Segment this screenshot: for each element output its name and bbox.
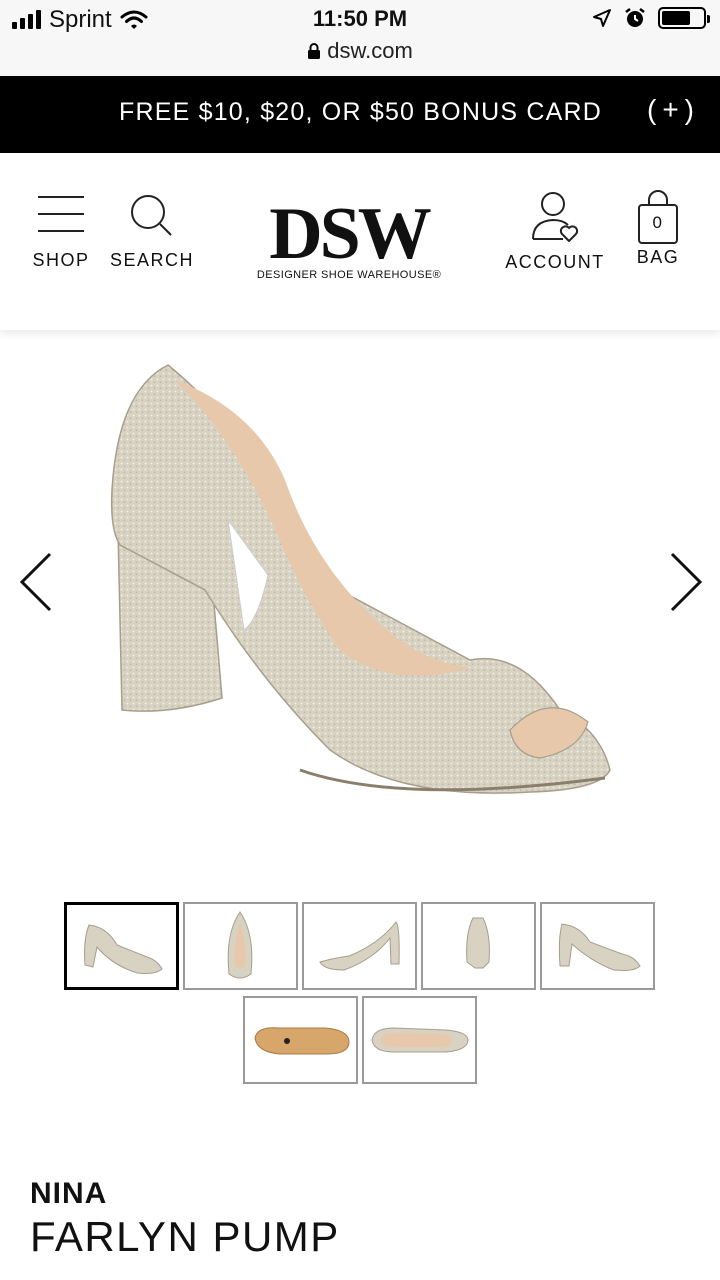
thumbnail-4[interactable] [421, 902, 536, 990]
prev-image-arrow[interactable] [16, 552, 56, 612]
shoe-sole-thumb-icon [254, 1027, 350, 1055]
product-name: FARLYN PUMP [30, 1213, 340, 1260]
promo-expand-button[interactable]: (+) [647, 94, 700, 126]
account-label: ACCOUNT [505, 252, 605, 272]
bag-label: BAG [636, 247, 680, 267]
logo-wordmark: DSW [269, 193, 432, 275]
thumbnail-6[interactable] [243, 996, 358, 1084]
product-image-carousel[interactable] [0, 330, 720, 870]
hamburger-icon [38, 196, 84, 232]
search-icon [131, 195, 172, 236]
battery-icon [658, 7, 710, 29]
thumbnail-7[interactable] [362, 996, 477, 1084]
shop-menu-button[interactable]: SHOP [30, 193, 92, 271]
product-brand[interactable]: NINA [30, 1177, 107, 1211]
search-label: SEARCH [110, 250, 195, 270]
search-button[interactable]: SEARCH [110, 193, 195, 271]
shoe-top-thumb-icon [371, 1027, 469, 1053]
status-right [592, 7, 710, 29]
alarm-icon [625, 8, 645, 27]
thumbnail-3[interactable] [302, 902, 417, 990]
shoe-front-thumb-icon [227, 911, 253, 979]
site-header: SHOP SEARCH DSW DESIGNER SHOE WAREHOUSE®… [0, 153, 720, 330]
shoe-profile-thumb-icon [319, 921, 400, 971]
shoe-angle-thumb-icon [558, 923, 641, 971]
product-image [110, 364, 611, 794]
bag-button[interactable]: 0 BAG [632, 190, 684, 268]
url-text: dsw.com [327, 38, 413, 63]
next-image-arrow[interactable] [666, 552, 706, 612]
shop-label: SHOP [32, 250, 90, 270]
account-icon [532, 192, 579, 242]
shoe-back-thumb-icon [466, 917, 490, 969]
account-button[interactable]: ACCOUNT [502, 192, 608, 273]
thumbnail-2[interactable] [183, 902, 298, 990]
bag-count: 0 [652, 213, 664, 232]
shoe-side-thumb-icon [84, 924, 163, 974]
thumbnail-5[interactable] [540, 902, 655, 990]
promo-banner[interactable]: FREE $10, $20, OR $50 BONUS CARD (+) [0, 76, 720, 153]
lock-icon [308, 43, 321, 59]
status-bar: Sprint 11:50 PM dsw.com [0, 0, 720, 76]
logo-tagline: DESIGNER SHOE WAREHOUSE® [256, 269, 442, 281]
address-bar[interactable]: dsw.com [0, 38, 720, 64]
location-icon [593, 9, 611, 27]
thumbnail-1[interactable] [64, 902, 179, 990]
promo-text: FREE $10, $20, OR $50 BONUS CARD [118, 98, 602, 126]
dsw-logo[interactable]: DSW DESIGNER SHOE WAREHOUSE® [254, 193, 444, 281]
